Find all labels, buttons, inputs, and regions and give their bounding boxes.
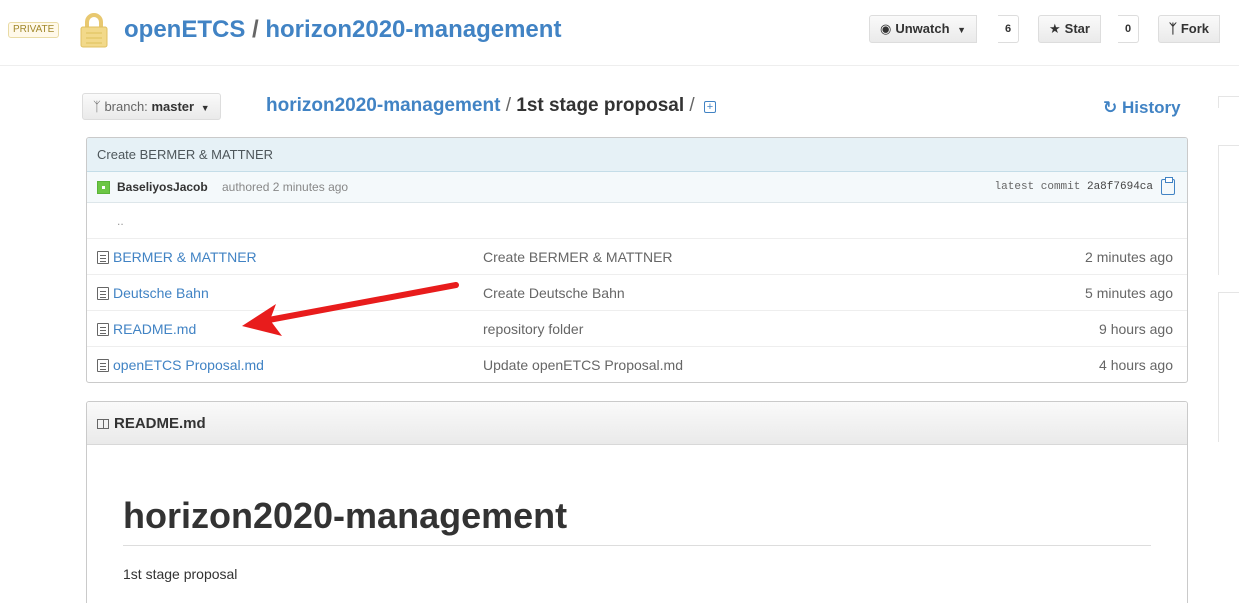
annotation-arrow — [242, 282, 459, 336]
readme-header-title: README.md — [114, 415, 206, 432]
caret-down-icon: ▼ — [957, 25, 967, 35]
history-label: History — [1121, 98, 1181, 117]
latest-commit-message[interactable]: Create BERMER & MATTNER — [87, 138, 1187, 172]
readme-panel: README.md horizon2020-management 1st sta… — [86, 401, 1188, 603]
table-row-parent-dir[interactable]: .. — [87, 203, 1187, 239]
readme-paragraph: 1st stage proposal — [123, 566, 238, 582]
stars-count[interactable]: 0 — [1118, 15, 1140, 43]
file-name-link[interactable]: Deutsche Bahn — [113, 275, 209, 311]
caret-down-icon: ▼ — [200, 103, 210, 113]
latest-commit-label: latest commit 2a8f7694ca — [995, 172, 1153, 203]
parent-dir-link[interactable]: .. — [117, 203, 124, 239]
breadcrumb-current: 1st stage proposal — [516, 95, 685, 116]
fork-label: Fork — [1180, 21, 1209, 36]
sidebar-edge — [1218, 96, 1239, 108]
branch-icon: ᛉ — [93, 99, 101, 114]
star-button[interactable]: ★ Star — [1038, 15, 1101, 43]
watchers-count[interactable]: 6 — [998, 15, 1020, 43]
repo-name-link[interactable]: horizon2020-management — [265, 16, 561, 43]
branch-prefix: branch: — [104, 99, 148, 114]
file-commit-message[interactable]: Create BERMER & MATTNER — [483, 239, 673, 275]
commit-authored-time: authored 2 minutes ago — [222, 180, 349, 194]
file-icon — [97, 359, 109, 372]
fork-button[interactable]: ᛉ Fork — [1158, 15, 1220, 43]
breadcrumb-separator: / — [505, 95, 511, 116]
file-age: 9 hours ago — [1099, 321, 1173, 337]
table-row: BERMER & MATTNER Create BERMER & MATTNER… — [87, 239, 1187, 275]
repo-title-separator: / — [252, 16, 259, 43]
book-icon — [97, 419, 109, 429]
fork-icon: ᛉ — [1169, 21, 1177, 36]
history-icon: ↻ — [1103, 98, 1118, 117]
file-name-link[interactable]: openETCS Proposal.md — [113, 347, 264, 382]
star-icon: ★ — [1049, 21, 1061, 36]
readme-body: horizon2020-management 1st stage proposa… — [87, 445, 1187, 582]
star-label: Star — [1064, 21, 1090, 36]
breadcrumb: horizon2020-management / 1st stage propo… — [266, 94, 716, 118]
file-age: 2 minutes ago — [1085, 249, 1173, 265]
repo-header: PRIVATE openETCS / horizon2020-managemen… — [0, 0, 1239, 66]
avatar[interactable] — [97, 181, 110, 194]
breadcrumb-separator: / — [689, 95, 695, 116]
sidebar-edge — [1218, 292, 1239, 442]
readme-header: README.md — [87, 402, 1187, 445]
file-table: Create BERMER & MATTNER BaseliyosJacob a… — [86, 137, 1188, 383]
file-age: 4 hours ago — [1099, 357, 1173, 373]
table-row: openETCS Proposal.md Update openETCS Pro… — [87, 347, 1187, 382]
file-icon — [97, 251, 109, 264]
eye-icon: ◉ — [880, 21, 892, 36]
file-name-link[interactable]: BERMER & MATTNER — [113, 239, 257, 275]
file-commit-message[interactable]: Create Deutsche Bahn — [483, 275, 625, 311]
lock-icon — [80, 13, 108, 48]
clipboard-icon[interactable] — [1161, 177, 1175, 195]
breadcrumb-root-link[interactable]: horizon2020-management — [266, 95, 500, 116]
branch-select-button[interactable]: ᛉ branch: master ▼ — [82, 93, 221, 120]
file-commit-message[interactable]: Update openETCS Proposal.md — [483, 347, 683, 382]
file-commit-message[interactable]: repository folder — [483, 311, 583, 347]
unwatch-label: Unwatch — [895, 21, 950, 36]
repo-owner-link[interactable]: openETCS — [124, 16, 245, 43]
commit-author-link[interactable]: BaseliyosJacob — [117, 172, 208, 203]
file-age: 5 minutes ago — [1085, 285, 1173, 301]
commit-sha-link[interactable]: 2a8f7694ca — [1087, 181, 1153, 193]
history-link[interactable]: ↻ History — [1103, 98, 1181, 118]
file-icon — [97, 323, 109, 336]
latest-commit-text: latest commit — [994, 181, 1081, 193]
repo-title: openETCS / horizon2020-management — [124, 15, 561, 45]
unwatch-button[interactable]: ◉ Unwatch ▼ — [869, 15, 978, 43]
add-file-icon[interactable]: + — [703, 101, 716, 113]
branch-name: master — [151, 99, 195, 114]
file-icon — [97, 287, 109, 300]
file-name-link[interactable]: README.md — [113, 311, 196, 347]
sidebar-edge — [1218, 145, 1239, 275]
commit-meta: BaseliyosJacob authored 2 minutes ago la… — [87, 172, 1187, 203]
private-badge: PRIVATE — [8, 22, 60, 38]
readme-heading: horizon2020-management — [123, 493, 1151, 546]
